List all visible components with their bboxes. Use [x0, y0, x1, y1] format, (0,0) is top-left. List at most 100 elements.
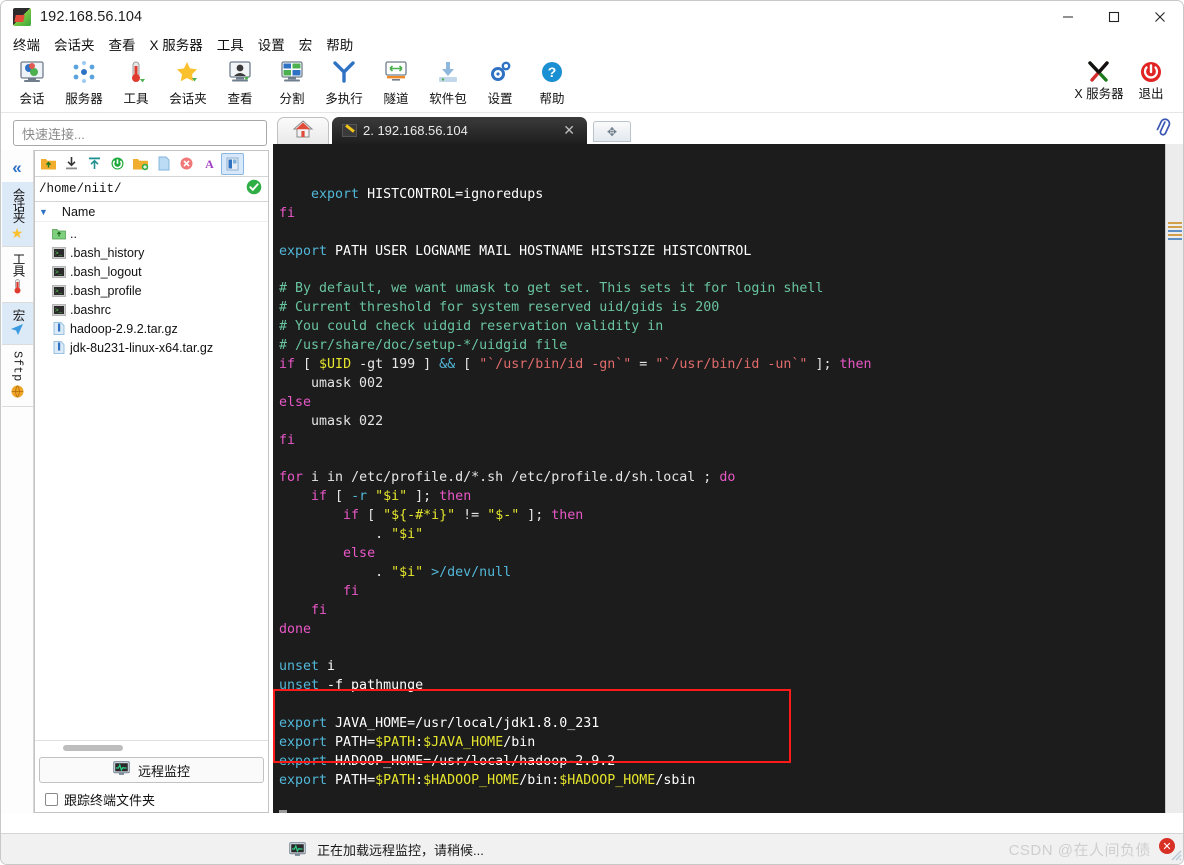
menu-tools[interactable]: 工具	[210, 33, 251, 55]
sidetab-sessions-label: 会话夹	[10, 188, 25, 223]
sftp-file-list[interactable]: .. >_ .bash_history >_ .bash_logout >_ .…	[35, 222, 268, 740]
chevron-down-icon: ▼	[39, 206, 48, 217]
remote-monitor-button[interactable]: 远程监控	[39, 757, 264, 783]
toolbar-session-label: 会话	[19, 92, 45, 106]
new-tab-button[interactable]: ✥	[593, 121, 631, 142]
list-item[interactable]: >_ .bashrc	[35, 300, 268, 319]
toolbar-tools[interactable]: 工具	[110, 55, 162, 107]
home-tab[interactable]	[277, 117, 329, 144]
sidetab-sftp[interactable]: Sftp	[1, 345, 33, 407]
list-item-label: .bashrc	[70, 302, 111, 317]
toolbar-xserver-label: X 服务器	[1074, 87, 1124, 101]
toolbar-packages[interactable]: 软件包	[422, 55, 474, 107]
toolbar-view[interactable]: 查看	[214, 55, 266, 107]
xserver-icon	[1085, 58, 1113, 86]
terminal-line: . "$i"	[279, 527, 424, 543]
sidetab-tools-label: 工具	[10, 252, 25, 276]
script-file-icon: >_	[51, 303, 66, 316]
new-folder-icon[interactable]	[129, 153, 152, 175]
scrollbar-thumb[interactable]	[63, 745, 123, 751]
toolbar-tools-label: 工具	[123, 92, 149, 106]
sftp-horizontal-scrollbar[interactable]	[35, 740, 268, 754]
maximize-button[interactable]	[1091, 1, 1137, 33]
list-item[interactable]: ..	[35, 224, 268, 243]
terminal-scrollbar[interactable]	[1165, 144, 1183, 813]
menu-macros[interactable]: 宏	[292, 33, 320, 55]
collapse-panel-button[interactable]: «	[2, 154, 33, 182]
menu-view[interactable]: 查看	[102, 33, 143, 55]
connected-check-icon	[246, 179, 262, 199]
paperclip-icon[interactable]	[1150, 115, 1176, 144]
tunnel-icon	[382, 58, 410, 86]
statusbar: 正在加载远程监控，请稍候... CSDN @在人间负债 ✕	[1, 833, 1183, 864]
terminal-line: fi	[279, 432, 296, 448]
toolbar-tunnel[interactable]: 隧道	[370, 55, 422, 107]
toolbar-xserver[interactable]: X 服务器	[1073, 55, 1125, 101]
toolbar-servers[interactable]: 服务器	[58, 55, 110, 107]
script-file-icon: >_	[51, 284, 66, 297]
sidetab-tools[interactable]: 工具	[1, 247, 33, 303]
toolbar-multiexec[interactable]: 多执行	[318, 55, 370, 107]
refresh-icon[interactable]	[106, 153, 129, 175]
delete-icon[interactable]	[175, 153, 198, 175]
menu-sessions[interactable]: 会话夹	[47, 33, 102, 55]
script-file-icon: >_	[51, 246, 66, 259]
sidetab-sessions[interactable]: 会话夹 ★	[1, 182, 33, 247]
close-button[interactable]	[1137, 1, 1183, 33]
binary-mode-icon[interactable]	[221, 152, 244, 175]
quick-connect-input[interactable]: 快速连接...	[13, 120, 267, 146]
menu-settings[interactable]: 设置	[251, 33, 292, 55]
main-area: 快速连接... « 会话夹 ★ 工具 宏 Sftp A /home/niit/ …	[1, 113, 1183, 813]
servers-icon	[70, 58, 98, 86]
toolbar-multiexec-label: 多执行	[325, 92, 363, 106]
settings-icon	[486, 58, 514, 86]
list-item[interactable]: >_ .bash_history	[35, 243, 268, 262]
terminal-line: export HADOOP_HOME=/usr/local/hadoop-2.9…	[279, 754, 616, 769]
package-icon	[434, 58, 462, 86]
star-icon	[174, 58, 202, 86]
list-item[interactable]: hadoop-2.9.2.tar.gz	[35, 319, 268, 338]
toolbar-help-label: 帮助	[539, 92, 565, 106]
upload-icon[interactable]	[83, 153, 106, 175]
toolbar-session[interactable]: 会话	[6, 55, 58, 107]
sftp-path-bar[interactable]: /home/niit/	[35, 177, 268, 202]
terminal-cursor	[279, 809, 287, 813]
toolbar-help[interactable]: ? 帮助	[526, 55, 578, 107]
toolbar: 会话 服务器 工具 会话夹 查看 分割 多执行 隧道 软件包 设置 ? 帮助 X…	[1, 55, 1183, 113]
list-item[interactable]: >_ .bash_profile	[35, 281, 268, 300]
mobaxterm-window: 192.168.56.104 终端 会话夹 查看 X 服务器 工具 设置 宏 帮…	[0, 0, 1184, 865]
follow-terminal-checkbox[interactable]	[45, 792, 58, 806]
list-item-label: hadoop-2.9.2.tar.gz	[70, 321, 178, 336]
statusbar-text: 正在加载远程监控，请稍候...	[317, 842, 484, 858]
close-icon[interactable]: ✕	[557, 122, 581, 139]
toolbar-settings[interactable]: 设置	[474, 55, 526, 107]
toolbar-split[interactable]: 分割	[266, 55, 318, 107]
sftp-column-header[interactable]: ▼ Name	[35, 202, 268, 222]
new-file-icon[interactable]	[152, 153, 175, 175]
menu-xserver[interactable]: X 服务器	[143, 33, 210, 55]
text-mode-icon[interactable]: A	[198, 153, 221, 175]
sidetab-macros[interactable]: 宏	[1, 302, 33, 345]
download-icon[interactable]	[60, 153, 83, 175]
toolbar-exit[interactable]: 退出	[1125, 55, 1177, 101]
toolbar-favorites[interactable]: 会话夹	[162, 55, 214, 107]
terminal-tab[interactable]: 2. 192.168.56.104 ✕	[332, 117, 587, 144]
toolbar-exit-label: 退出	[1138, 87, 1164, 101]
menu-terminal[interactable]: 终端	[6, 33, 47, 55]
split-icon	[278, 58, 306, 86]
terminal-output[interactable]: export HISTCONTROL=ignoredups fi export P…	[273, 144, 1165, 813]
svg-text:>_: >_	[55, 269, 63, 276]
list-item[interactable]: jdk-8u231-linux-x64.tar.gz	[35, 338, 268, 357]
left-inner: « 会话夹 ★ 工具 宏 Sftp A /home/niit/ ▼ Name .…	[1, 150, 273, 813]
sftp-path-text: /home/niit/	[39, 182, 122, 196]
up-folder-icon[interactable]	[37, 153, 60, 175]
list-item[interactable]: >_ .bash_logout	[35, 262, 268, 281]
menu-help[interactable]: 帮助	[319, 33, 360, 55]
minimize-button[interactable]	[1045, 1, 1091, 33]
session-icon	[18, 58, 46, 86]
resize-grip[interactable]	[1166, 845, 1182, 861]
terminal-line: if [ "${-#*i}" != "$-" ]; then	[343, 508, 584, 524]
follow-terminal-folder-row[interactable]: 跟踪终端文件夹	[35, 786, 268, 812]
